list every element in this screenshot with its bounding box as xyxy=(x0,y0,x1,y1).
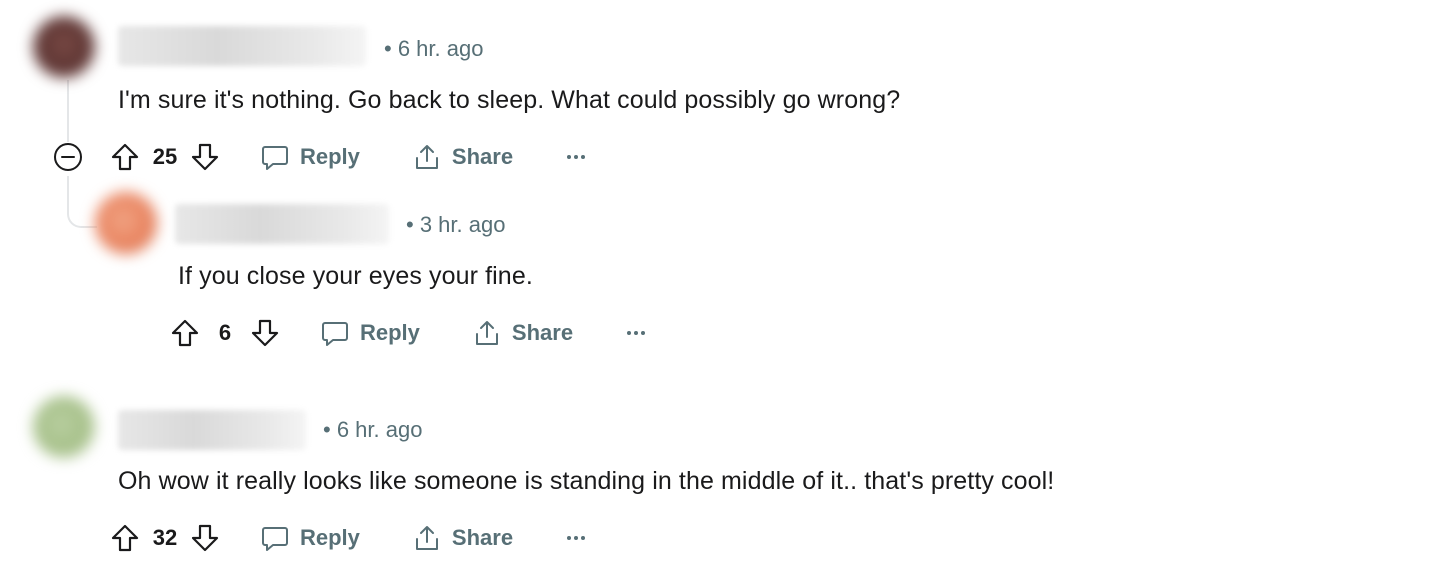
separator-dot: • xyxy=(323,417,337,442)
downvote-icon xyxy=(191,143,219,171)
comment-actions: 32 Reply Share xyxy=(108,518,586,558)
share-label: Share xyxy=(451,144,514,169)
more-icon xyxy=(627,331,632,335)
username-redacted[interactable] xyxy=(118,410,306,450)
more-options-button[interactable] xyxy=(567,536,586,540)
downvote-button[interactable] xyxy=(248,316,282,350)
share-icon xyxy=(415,145,438,169)
reply-label: Reply xyxy=(360,320,420,345)
reply-label: Reply xyxy=(300,525,360,550)
reply-button[interactable]: Reply xyxy=(320,318,420,348)
reply-icon xyxy=(262,146,288,170)
share-button[interactable]: Share xyxy=(412,523,513,553)
comment-actions: 25 Reply Share xyxy=(108,137,586,177)
upvote-button[interactable] xyxy=(108,521,142,555)
vote-score: 6 xyxy=(218,320,232,345)
avatar[interactable] xyxy=(33,396,95,458)
upvote-icon xyxy=(171,319,199,347)
share-label: Share xyxy=(511,320,574,345)
comment-body: I'm sure it's nothing. Go back to sleep.… xyxy=(118,86,901,114)
downvote-icon xyxy=(191,524,219,552)
separator-dot: • xyxy=(406,212,420,237)
share-button[interactable]: Share xyxy=(472,318,573,348)
avatar[interactable] xyxy=(95,192,157,254)
upvote-button[interactable] xyxy=(108,140,142,174)
share-icon xyxy=(475,321,498,345)
upvote-icon xyxy=(111,524,139,552)
downvote-button[interactable] xyxy=(188,521,222,555)
comment-actions: 6 Reply Share xyxy=(168,313,646,353)
thread-line-reply xyxy=(67,176,97,228)
separator-dot: • xyxy=(384,36,398,61)
thread-line xyxy=(67,80,69,142)
comment-timestamp: • 6 hr. ago xyxy=(323,417,423,442)
more-icon xyxy=(567,155,572,159)
vote-score: 25 xyxy=(152,144,178,169)
comment-body: Oh wow it really looks like someone is s… xyxy=(118,467,1055,495)
upvote-button[interactable] xyxy=(168,316,202,350)
collapse-button[interactable] xyxy=(53,142,83,172)
more-options-button[interactable] xyxy=(627,331,646,335)
comment-thread: • 6 hr. ago I'm sure it's nothing. Go ba… xyxy=(0,0,1440,582)
username-redacted[interactable] xyxy=(175,204,389,244)
upvote-icon xyxy=(111,143,139,171)
reply-icon xyxy=(262,527,288,551)
comment-timestamp: • 6 hr. ago xyxy=(384,36,484,61)
share-button[interactable]: Share xyxy=(412,142,513,172)
share-icon xyxy=(415,526,438,550)
collapse-icon xyxy=(54,143,82,171)
username-redacted[interactable] xyxy=(118,26,366,66)
share-label: Share xyxy=(451,525,514,550)
vote-score: 32 xyxy=(152,525,178,550)
more-icon xyxy=(567,536,572,540)
reply-icon xyxy=(322,322,348,346)
downvote-icon xyxy=(251,319,279,347)
reply-label: Reply xyxy=(300,144,360,169)
comment-body: If you close your eyes your fine. xyxy=(178,262,533,290)
reply-button[interactable]: Reply xyxy=(260,142,360,172)
more-options-button[interactable] xyxy=(567,155,586,159)
reply-button[interactable]: Reply xyxy=(260,523,360,553)
downvote-button[interactable] xyxy=(188,140,222,174)
avatar[interactable] xyxy=(33,16,95,78)
comment-timestamp: • 3 hr. ago xyxy=(406,212,506,237)
